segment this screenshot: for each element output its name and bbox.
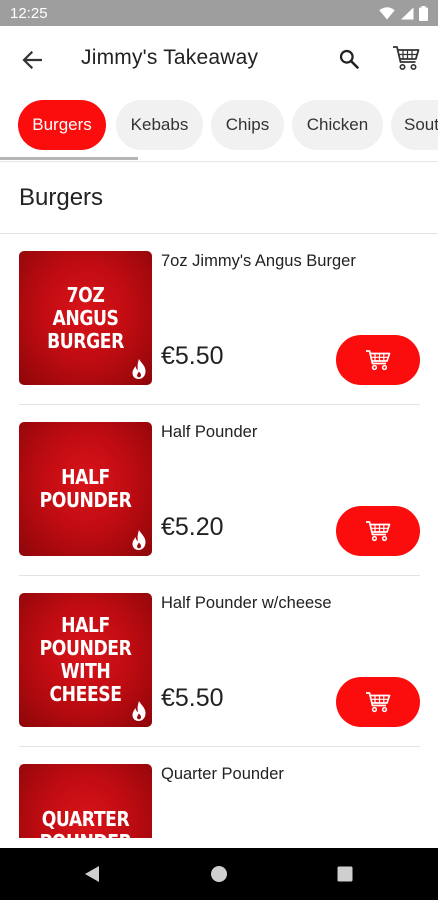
menu-item[interactable]: Half Pounder with Cheese Half Pounder w/… [0, 576, 438, 747]
menu-item[interactable]: 7oz Angus Burger 7oz Jimmy's Angus Burge… [0, 234, 438, 405]
flame-icon [132, 701, 146, 721]
app-bar: Jimmy's Takeaway [0, 26, 438, 94]
nav-recents-button[interactable] [333, 862, 357, 886]
add-to-cart-icon [366, 350, 391, 371]
item-name: Half Pounder w/cheese [161, 594, 332, 612]
nav-home-icon [211, 866, 227, 882]
page-title: Jimmy's Takeaway [81, 46, 259, 69]
add-to-cart-button[interactable] [336, 335, 420, 385]
nav-back-button[interactable] [80, 862, 104, 886]
system-nav-bar [0, 848, 438, 900]
item-image: Half Pounder [19, 422, 152, 556]
item-price: €5.50 [161, 684, 224, 712]
back-button[interactable] [18, 46, 46, 74]
category-tabs: Burgers Kebabs Chips Chicken South [0, 94, 438, 162]
item-image: Half Pounder with Cheese [19, 593, 152, 727]
item-image-text: Quarter Pounder [40, 807, 132, 839]
item-price: €5.20 [161, 513, 224, 541]
item-price: €5.50 [161, 342, 224, 370]
item-name: 7oz Jimmy's Angus Burger [161, 252, 356, 270]
tab-chicken[interactable]: Chicken [292, 100, 383, 150]
menu-item[interactable]: Quarter Pounder Quarter Pounder [0, 747, 438, 838]
search-button[interactable] [334, 44, 364, 74]
signal-icon [401, 7, 414, 19]
item-name: Quarter Pounder [161, 765, 284, 783]
item-image: 7oz Angus Burger [19, 251, 152, 385]
item-image-text: Half Pounder with Cheese [39, 613, 132, 706]
menu-list[interactable]: 7oz Angus Burger 7oz Jimmy's Angus Burge… [0, 234, 438, 838]
back-arrow-icon [22, 51, 42, 69]
item-name: Half Pounder [161, 423, 258, 441]
flame-icon [132, 530, 146, 550]
add-to-cart-icon [366, 692, 391, 713]
item-image: Quarter Pounder [19, 764, 152, 838]
status-bar: 12:25 [0, 0, 438, 26]
nav-home-button[interactable] [207, 862, 231, 886]
battery-icon [419, 5, 428, 21]
cart-button[interactable] [390, 42, 422, 74]
item-image-text: Half Pounder [39, 465, 132, 512]
add-to-cart-icon [366, 521, 391, 542]
tab-chips[interactable]: Chips [211, 100, 284, 150]
tab-burgers[interactable]: Burgers [18, 100, 106, 150]
wifi-icon [379, 6, 395, 20]
cart-icon [393, 46, 420, 70]
item-image-text: 7oz Angus Burger [47, 282, 124, 353]
section-title: Burgers [19, 184, 104, 211]
tab-south[interactable]: South [391, 100, 438, 150]
menu-item[interactable]: Half Pounder Half Pounder €5.20 [0, 405, 438, 576]
status-time: 12:25 [10, 4, 48, 22]
add-to-cart-button[interactable] [336, 506, 420, 556]
status-icons [379, 5, 428, 21]
tab-kebabs[interactable]: Kebabs [116, 100, 203, 150]
tabs-divider [0, 161, 438, 162]
nav-recents-icon [337, 866, 353, 882]
search-icon [339, 49, 359, 69]
flame-icon [132, 359, 146, 379]
nav-back-icon [85, 866, 99, 882]
tab-scroll-indicator [0, 157, 138, 160]
add-to-cart-button[interactable] [336, 677, 420, 727]
